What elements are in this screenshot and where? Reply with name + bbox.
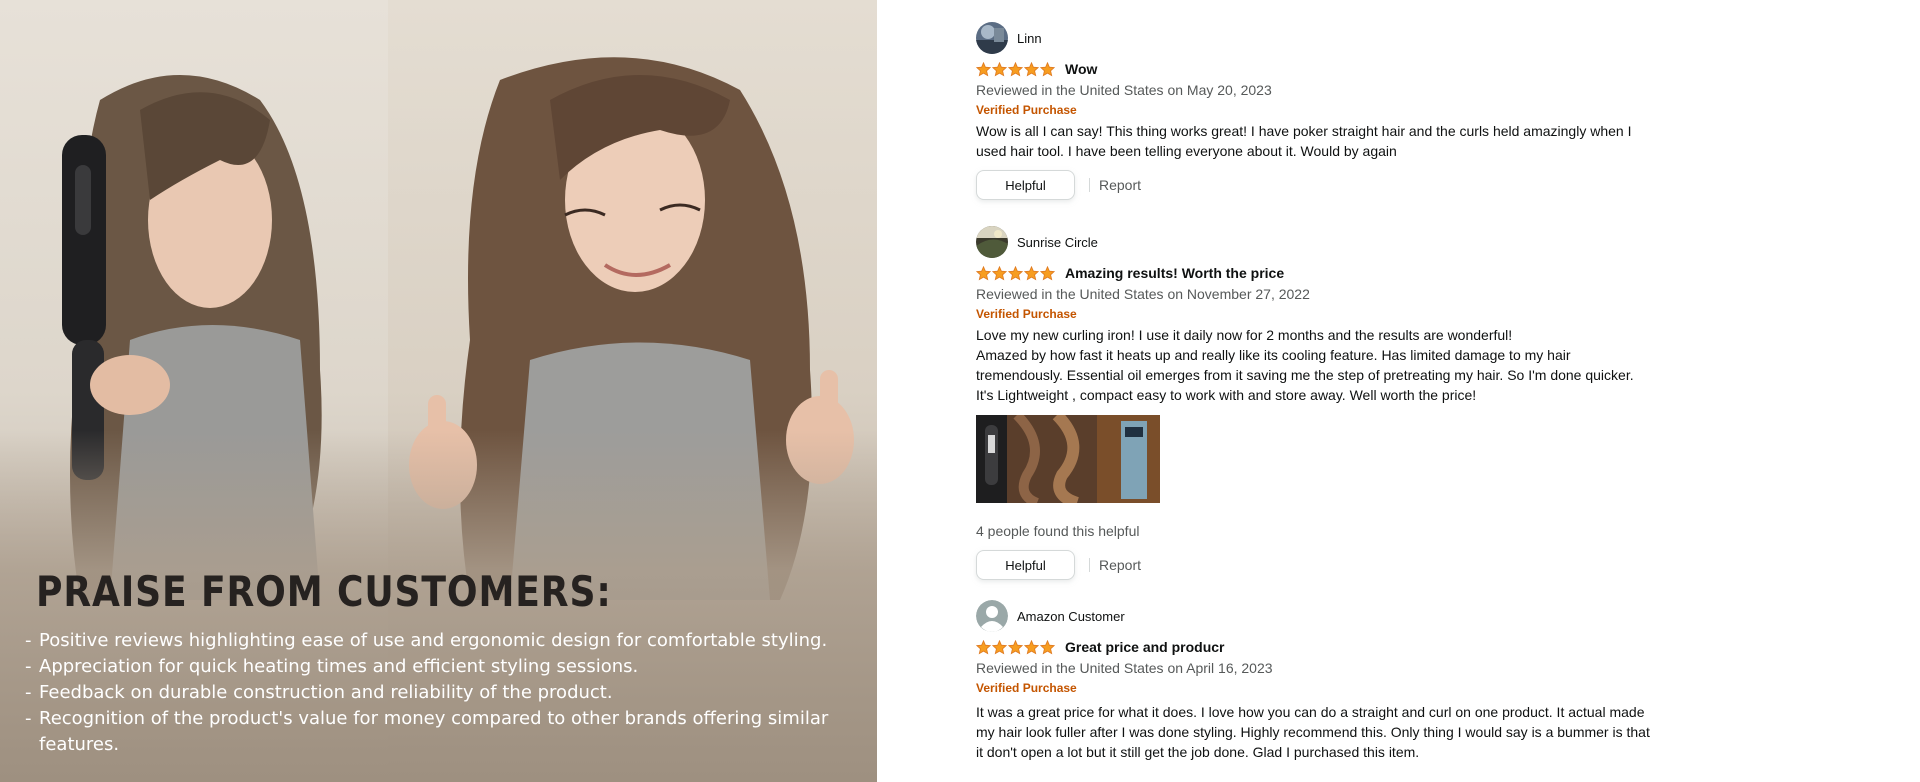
reviewer-profile[interactable]: Amazon Customer <box>976 600 1676 632</box>
star-icon <box>992 639 1007 654</box>
helpful-count: 4 people found this helpful <box>976 523 1140 539</box>
promo-point: Appreciation for quick heating times and… <box>25 654 865 680</box>
review-title[interactable]: Amazing results! Worth the price <box>1065 265 1284 281</box>
promo-banner: PRAISE FROM CUSTOMERS: Positive reviews … <box>0 0 877 782</box>
review-date: Reviewed in the United States on April 1… <box>976 660 1273 676</box>
verified-purchase-badge: Verified Purchase <box>976 103 1077 117</box>
review-paragraph: It was a great price for what it does. I… <box>976 704 1650 760</box>
star-rating[interactable] <box>976 265 1055 281</box>
star-icon <box>1040 639 1055 654</box>
review-image-thumbnail[interactable] <box>1097 415 1160 503</box>
default-user-icon <box>976 600 1008 632</box>
review-image-thumbnail[interactable] <box>1007 415 1097 503</box>
reviewer-avatar <box>976 22 1008 54</box>
review-text: Love my new curling iron! I use it daily… <box>976 325 1656 405</box>
star-icon <box>1008 265 1023 280</box>
promo-title: PRAISE FROM CUSTOMERS: <box>36 567 612 616</box>
star-icon <box>976 639 991 654</box>
promo-point: Recognition of the product's value for m… <box>25 706 865 758</box>
review-images <box>976 415 1676 503</box>
star-rating[interactable] <box>976 61 1055 77</box>
star-icon <box>1008 639 1023 654</box>
review-text: It was a great price for what it does. I… <box>976 702 1656 762</box>
promo-point: Positive reviews highlighting ease of us… <box>25 628 865 654</box>
verified-purchase-badge: Verified Purchase <box>976 681 1077 695</box>
reviewer-profile[interactable]: Sunrise Circle <box>976 226 1676 258</box>
reviewer-name: Linn <box>1017 30 1042 46</box>
review-card: Amazon Customer Great price and producr … <box>976 600 1676 762</box>
helpful-button[interactable]: Helpful <box>976 170 1075 200</box>
review-text: Wow is all I can say! This thing works g… <box>976 121 1656 161</box>
star-icon <box>1024 61 1039 76</box>
review-date: Reviewed in the United States on May 20,… <box>976 82 1272 98</box>
star-rating[interactable] <box>976 639 1055 655</box>
helpful-button[interactable]: Helpful <box>976 550 1075 580</box>
verified-purchase-badge: Verified Purchase <box>976 307 1077 321</box>
star-icon <box>976 265 991 280</box>
review-paragraph: Love my new curling iron! I use it daily… <box>976 327 1513 343</box>
divider <box>1089 178 1090 192</box>
star-icon <box>1008 61 1023 76</box>
star-icon <box>1040 61 1055 76</box>
reviewer-name: Sunrise Circle <box>1017 234 1098 250</box>
divider <box>1089 558 1090 572</box>
review-title[interactable]: Great price and producr <box>1065 639 1224 655</box>
star-icon <box>992 61 1007 76</box>
review-date: Reviewed in the United States on Novembe… <box>976 286 1310 302</box>
review-paragraph: Wow is all I can say! This thing works g… <box>976 123 1632 159</box>
review-image-thumbnail[interactable] <box>976 415 1007 503</box>
star-icon <box>1024 639 1039 654</box>
star-icon <box>1024 265 1039 280</box>
review-paragraph: It's Lightweight , compact easy to work … <box>976 387 1477 403</box>
report-link[interactable]: Report <box>1099 177 1141 193</box>
reviewer-name: Amazon Customer <box>1017 608 1125 624</box>
star-icon <box>976 61 991 76</box>
reviewer-avatar <box>976 226 1008 258</box>
review-card: Sunrise Circle Amazing results! Worth th… <box>976 226 1676 580</box>
review-paragraph: Amazed by how fast it heats up and reall… <box>976 347 1634 383</box>
star-icon <box>992 265 1007 280</box>
star-icon <box>1040 265 1055 280</box>
report-link[interactable]: Report <box>1099 557 1141 573</box>
reviewer-profile[interactable]: Linn <box>976 22 1676 54</box>
review-card: Linn Wow Reviewed in the United States o… <box>976 22 1676 200</box>
promo-points-list: Positive reviews highlighting ease of us… <box>25 628 865 758</box>
promo-point: Feedback on durable construction and rel… <box>25 680 865 706</box>
review-title[interactable]: Wow <box>1065 61 1097 77</box>
